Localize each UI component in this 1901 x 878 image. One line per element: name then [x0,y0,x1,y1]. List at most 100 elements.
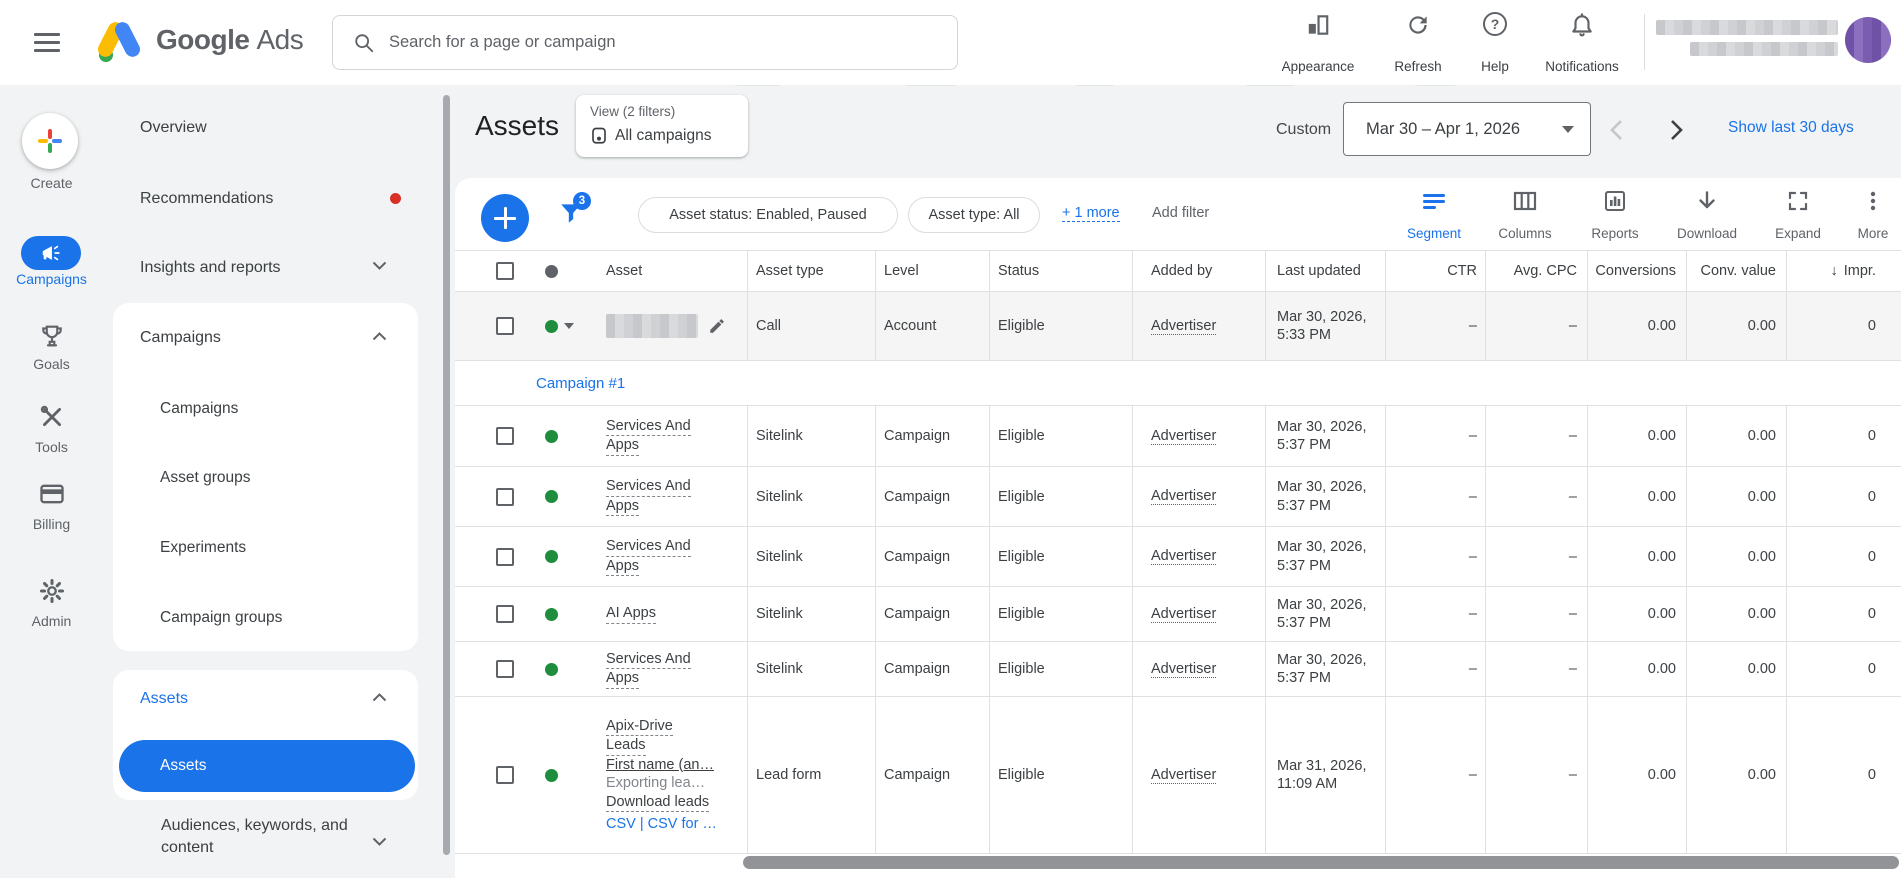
asset-name-line[interactable]: Apix-Drive [606,717,673,736]
nav-item-experiments[interactable]: Experiments [113,532,418,564]
edit-icon[interactable] [708,317,726,335]
added-by-value[interactable]: Advertiser [1151,428,1217,445]
rail-item-goals[interactable] [0,322,103,355]
asset-name-line[interactable]: Apps [606,557,640,576]
rail-item-admin[interactable] [0,577,103,610]
column-header-added-by[interactable]: Added by [1132,251,1265,291]
asset-name-line[interactable]: Services And [606,537,691,557]
table-header: Asset Asset type Level Status Added by L… [455,250,1901,292]
added-by-value[interactable]: Advertiser [1151,488,1217,505]
global-search[interactable] [332,15,958,70]
campaign-group-link[interactable]: Campaign #1 [536,375,625,392]
asset-name-line[interactable]: Services And [606,650,691,669]
added-by-value[interactable]: Advertiser [1151,318,1217,335]
column-header-asset[interactable]: Asset [606,251,747,291]
chevron-down-icon[interactable] [372,837,387,846]
show-last-30-days-link[interactable]: Show last 30 days [1728,119,1854,137]
column-header-conversions[interactable]: Conversions [1587,251,1686,291]
status-caret-icon[interactable] [564,323,574,329]
chevron-right-icon [1670,120,1683,140]
added-by-value[interactable]: Advertiser [1151,548,1217,565]
chevron-up-icon[interactable] [372,693,387,702]
nav-item-insights[interactable]: Insights and reports [103,251,443,285]
select-all-checkbox[interactable] [496,262,514,280]
nav-asset-groups-label: Asset groups [160,469,251,486]
nav-item-asset-groups[interactable]: Asset groups [113,462,418,494]
horizontal-scrollbar[interactable] [743,856,1899,869]
segment-icon [1421,189,1447,213]
nav-audiences-label: Audiences, keywords, and content [161,817,348,856]
previous-period-button[interactable] [1602,114,1630,146]
avatar[interactable] [1845,17,1891,63]
columns-button[interactable]: Columns [1488,189,1562,241]
chevron-up-icon[interactable] [372,332,387,341]
avg-cpc-cell: – [1485,642,1587,696]
nav-item-campaigns-sub[interactable]: Campaigns [113,393,418,425]
rail-item-billing[interactable] [0,480,103,513]
nav-item-overview[interactable]: Overview [103,111,443,145]
last-updated-cell: Mar 30, 2026, 5:33 PM [1265,292,1385,360]
status-dot-enabled [545,319,558,333]
column-header-ctr[interactable]: CTR [1385,251,1485,291]
column-header-avg-cpc[interactable]: Avg. CPC [1485,251,1587,291]
added-by-value[interactable]: Advertiser [1151,767,1217,784]
expand-icon [1786,189,1810,213]
asset-name-line[interactable]: Apps [606,669,640,689]
refresh-button[interactable]: Refresh [1378,12,1458,74]
dropdown-caret-icon [1562,125,1574,133]
added-by-value[interactable]: Advertiser [1151,606,1217,623]
more-filters-link[interactable]: + 1 more [1062,205,1120,222]
more-button[interactable]: More [1836,189,1901,241]
row-checkbox[interactable] [496,317,514,335]
asset-name-line[interactable]: AI Apps [606,604,656,624]
expand-button[interactable]: Expand [1761,189,1835,241]
column-header-impressions[interactable]: ↓ Impr. [1786,251,1901,291]
nav-item-assets-active[interactable]: Assets [119,740,415,792]
nav-item-campaign-groups[interactable]: Campaign groups [113,602,418,634]
date-range-picker[interactable]: Mar 30 – Apr 1, 2026 [1343,102,1591,156]
segment-button[interactable]: Segment [1397,189,1471,241]
column-header-level[interactable]: Level [875,251,989,291]
row-checkbox[interactable] [496,487,514,506]
column-header-conv-value[interactable]: Conv. value [1686,251,1786,291]
added-by-value[interactable]: Advertiser [1151,661,1217,678]
create-button[interactable] [22,113,78,169]
filter-button[interactable]: 3 [558,192,598,236]
add-asset-button[interactable] [481,194,529,242]
row-checkbox[interactable] [496,605,514,623]
nav-scrollbar[interactable] [443,95,450,855]
asset-name-line[interactable]: Download leads [606,793,710,812]
asset-name-line[interactable]: Services And [606,417,691,436]
column-header-status[interactable]: Status [989,251,1132,291]
reports-button[interactable]: Reports [1578,189,1652,241]
asset-name-line[interactable]: Apps [606,497,640,516]
page-title: Assets [475,110,560,141]
asset-name-line[interactable]: Apps [606,436,640,456]
filter-chip-asset-type[interactable]: Asset type: All [908,197,1040,233]
chevron-down-icon[interactable] [372,261,387,270]
help-button[interactable]: ? Help [1460,12,1530,74]
asset-name-line[interactable]: Services And [606,477,691,497]
add-filter-button[interactable]: Add filter [1152,205,1209,221]
rail-item-tools[interactable] [0,403,103,436]
notifications-button[interactable]: Notifications [1532,12,1632,74]
view-filter-card[interactable]: View (2 filters) All campaigns [576,95,748,157]
rail-label-admin: Admin [31,613,72,629]
row-checkbox[interactable] [496,427,514,445]
filter-chip-asset-status[interactable]: Asset status: Enabled, Paused [638,197,898,233]
asset-name-line[interactable]: First name (an… [606,756,717,775]
asset-csv-links[interactable]: CSV | CSV for … [606,815,717,834]
rail-item-campaigns[interactable] [21,236,81,270]
row-checkbox[interactable] [496,547,514,566]
row-checkbox[interactable] [496,660,514,678]
menu-icon[interactable] [30,26,64,58]
asset-name-line[interactable]: Leads [606,736,646,756]
appearance-button[interactable]: Appearance [1273,12,1363,74]
next-period-button[interactable] [1662,114,1690,146]
column-header-asset-type[interactable]: Asset type [747,251,875,291]
download-button[interactable]: Download [1670,189,1744,241]
nav-item-audiences[interactable]: Audiences, keywords, and content [161,815,396,859]
search-input[interactable] [387,32,957,53]
row-checkbox[interactable] [496,766,514,784]
column-header-last-updated[interactable]: Last updated [1265,251,1385,291]
